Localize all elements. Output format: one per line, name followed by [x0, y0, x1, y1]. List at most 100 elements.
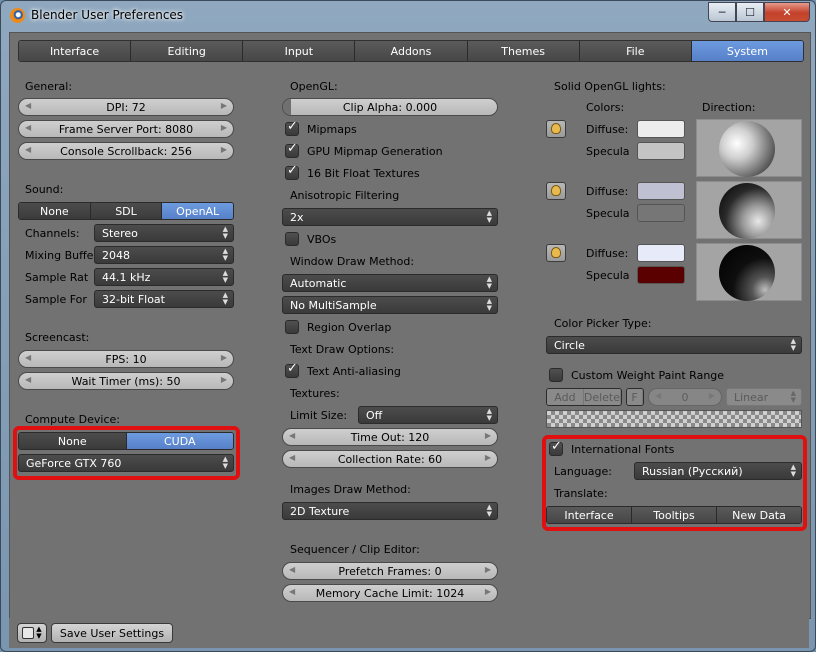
sample-rate-select[interactable]: 44.1 kHz ▲ ▼: [94, 268, 234, 286]
compute-device-label: Compute Device:: [25, 413, 120, 426]
checkmark-icon: ✓: [287, 361, 298, 376]
window-draw-value: Automatic: [290, 276, 347, 290]
light-1-diffuse-swatch[interactable]: [637, 120, 685, 138]
ramp-interpolation-select[interactable]: Linear ▲ ▼: [726, 388, 802, 406]
time-out-field[interactable]: ◀ Time Out: 120 ▶: [282, 428, 498, 446]
ramp-flip-button[interactable]: F: [627, 389, 643, 405]
wait-timer-field[interactable]: ◀ Wait Timer (ms): 50 ▶: [18, 372, 234, 390]
limit-size-select[interactable]: Off ▲ ▼: [358, 406, 498, 424]
editor-type-button[interactable]: ▲ ▼: [17, 623, 47, 643]
light-3-direction[interactable]: [696, 243, 802, 301]
clip-alpha-slider[interactable]: Clip Alpha: 0.000: [282, 98, 498, 116]
tab-file[interactable]: File: [579, 41, 692, 61]
multisample-select[interactable]: No MultiSample ▲ ▼: [282, 296, 498, 314]
tab-editing[interactable]: Editing: [131, 41, 244, 61]
preferences-tabs: Interface Editing Input Addons Themes Fi…: [18, 40, 804, 62]
dpi-field[interactable]: ◀ DPI: 72 ▶: [18, 98, 234, 116]
custom-weight-checkbox[interactable]: [549, 368, 563, 382]
tab-system[interactable]: System: [691, 41, 803, 61]
tab-addons[interactable]: Addons: [355, 41, 468, 61]
window-draw-select[interactable]: Automatic ▲ ▼: [282, 274, 498, 292]
light-bulb-icon: [551, 246, 561, 258]
opengl-label: OpenGL:: [290, 80, 338, 93]
light-1-specular-swatch[interactable]: [637, 142, 685, 160]
tab-interface[interactable]: Interface: [19, 41, 132, 61]
light-bulb-icon: [551, 122, 561, 134]
frame-server-port-field[interactable]: ◀ Frame Server Port: 8080 ▶: [18, 120, 234, 138]
save-user-settings-button[interactable]: Save User Settings: [51, 623, 173, 643]
slider-fill: [283, 99, 291, 115]
text-antialias-checkbox[interactable]: ✓: [285, 361, 299, 378]
light-2-direction[interactable]: [696, 181, 802, 239]
updown-arrow-icon: ▲ ▼: [486, 297, 492, 312]
anisotropic-select[interactable]: 2x ▲ ▼: [282, 208, 498, 226]
light-3-diffuse-swatch[interactable]: [637, 244, 685, 262]
mipmaps-checkbox[interactable]: ✓: [285, 119, 299, 136]
close-button[interactable]: ✕: [764, 2, 810, 22]
checkmark-icon: ✓: [287, 119, 298, 134]
light-2-specular-swatch[interactable]: [637, 204, 685, 222]
sound-openal-option[interactable]: OpenAL: [162, 203, 233, 219]
window-title: Blender User Preferences: [31, 8, 184, 22]
float-textures-checkbox[interactable]: ✓: [285, 163, 299, 180]
limit-size-value: Off: [366, 408, 383, 422]
footer-bar: ▲ ▼ Save User Settings: [9, 618, 809, 648]
light-3-toggle[interactable]: [546, 244, 566, 262]
images-draw-select[interactable]: 2D Texture ▲ ▼: [282, 502, 498, 520]
light-1-diffuse-label: Diffuse:: [586, 123, 629, 136]
dpi-text: DPI: 72: [106, 100, 146, 114]
sample-format-select[interactable]: 32-bit Float ▲ ▼: [94, 290, 234, 308]
ramp-delete-button[interactable]: Delete: [583, 389, 621, 405]
solid-lights-label: Solid OpenGL lights:: [554, 80, 666, 93]
tab-themes[interactable]: Themes: [467, 41, 580, 61]
vbos-checkbox[interactable]: [285, 232, 299, 246]
updown-arrow-icon: ▲ ▼: [222, 247, 228, 262]
updown-arrow-icon: ▲ ▼: [486, 209, 492, 224]
tab-input[interactable]: Input: [243, 41, 356, 61]
minimize-button[interactable]: ─: [708, 2, 736, 22]
updown-arrow-icon: ▲ ▼: [222, 225, 228, 240]
region-overlap-label: Region Overlap: [307, 321, 392, 334]
light-1-direction[interactable]: [696, 119, 802, 177]
sample-format-value: 32-bit Float: [102, 292, 165, 306]
anisotropic-value: 2x: [290, 210, 304, 224]
ramp-active-field[interactable]: ◀ 0 ▶: [648, 388, 722, 406]
light-2-sphere: [719, 183, 775, 239]
maximize-button[interactable]: ☐: [736, 2, 764, 22]
console-scrollback-field[interactable]: ◀ Console Scrollback: 256 ▶: [18, 142, 234, 160]
window-draw-label: Window Draw Method:: [290, 255, 415, 268]
title-bar[interactable]: Blender User Preferences ─ ☐ ✕: [1, 1, 815, 31]
anisotropic-label: Anisotropic Filtering: [290, 189, 400, 202]
light-3-specular-swatch[interactable]: [637, 266, 685, 284]
checkmark-icon: ✓: [287, 163, 298, 178]
mixing-buffer-select[interactable]: 2048 ▲ ▼: [94, 246, 234, 264]
prefetch-frames-field[interactable]: ◀ Prefetch Frames: 0 ▶: [282, 562, 498, 580]
light-1-specular-label: Specula: [586, 145, 630, 158]
memory-cache-field[interactable]: ◀ Memory Cache Limit: 1024 ▶: [282, 584, 498, 602]
fps-field[interactable]: ◀ FPS: 10 ▶: [18, 350, 234, 368]
updown-arrow-icon: ▲ ▼: [790, 389, 796, 404]
sequencer-label: Sequencer / Clip Editor:: [290, 543, 420, 556]
channels-select[interactable]: Stereo ▲ ▼: [94, 224, 234, 242]
light-3-sphere: [719, 245, 775, 301]
gpu-mipmap-checkbox[interactable]: ✓: [285, 141, 299, 158]
collection-rate-field[interactable]: ◀ Collection Rate: 60 ▶: [282, 450, 498, 468]
color-picker-select[interactable]: Circle ▲ ▼: [546, 336, 802, 354]
mixing-buffer-value: 2048: [102, 248, 130, 262]
chevron-updown-icon: ▲ ▼: [36, 625, 42, 640]
light-2-toggle[interactable]: [546, 182, 566, 200]
sound-none-option[interactable]: None: [19, 203, 91, 219]
region-overlap-checkbox[interactable]: [285, 320, 299, 334]
multisample-value: No MultiSample: [290, 298, 377, 312]
window-controls: ─ ☐ ✕: [708, 2, 810, 22]
color-ramp-preview[interactable]: [546, 410, 802, 428]
sound-sdl-option[interactable]: SDL: [90, 203, 163, 219]
screencast-label: Screencast:: [25, 331, 90, 344]
light-2-diffuse-swatch[interactable]: [637, 182, 685, 200]
ramp-add-button[interactable]: Add: [547, 389, 584, 405]
ramp-interpolation-value: Linear: [734, 390, 769, 404]
light-1-toggle[interactable]: [546, 120, 566, 138]
sample-rate-label: Sample Rat: [25, 271, 89, 284]
images-draw-label: Images Draw Method:: [290, 483, 411, 496]
sound-device-selector: None SDL OpenAL: [18, 202, 234, 220]
